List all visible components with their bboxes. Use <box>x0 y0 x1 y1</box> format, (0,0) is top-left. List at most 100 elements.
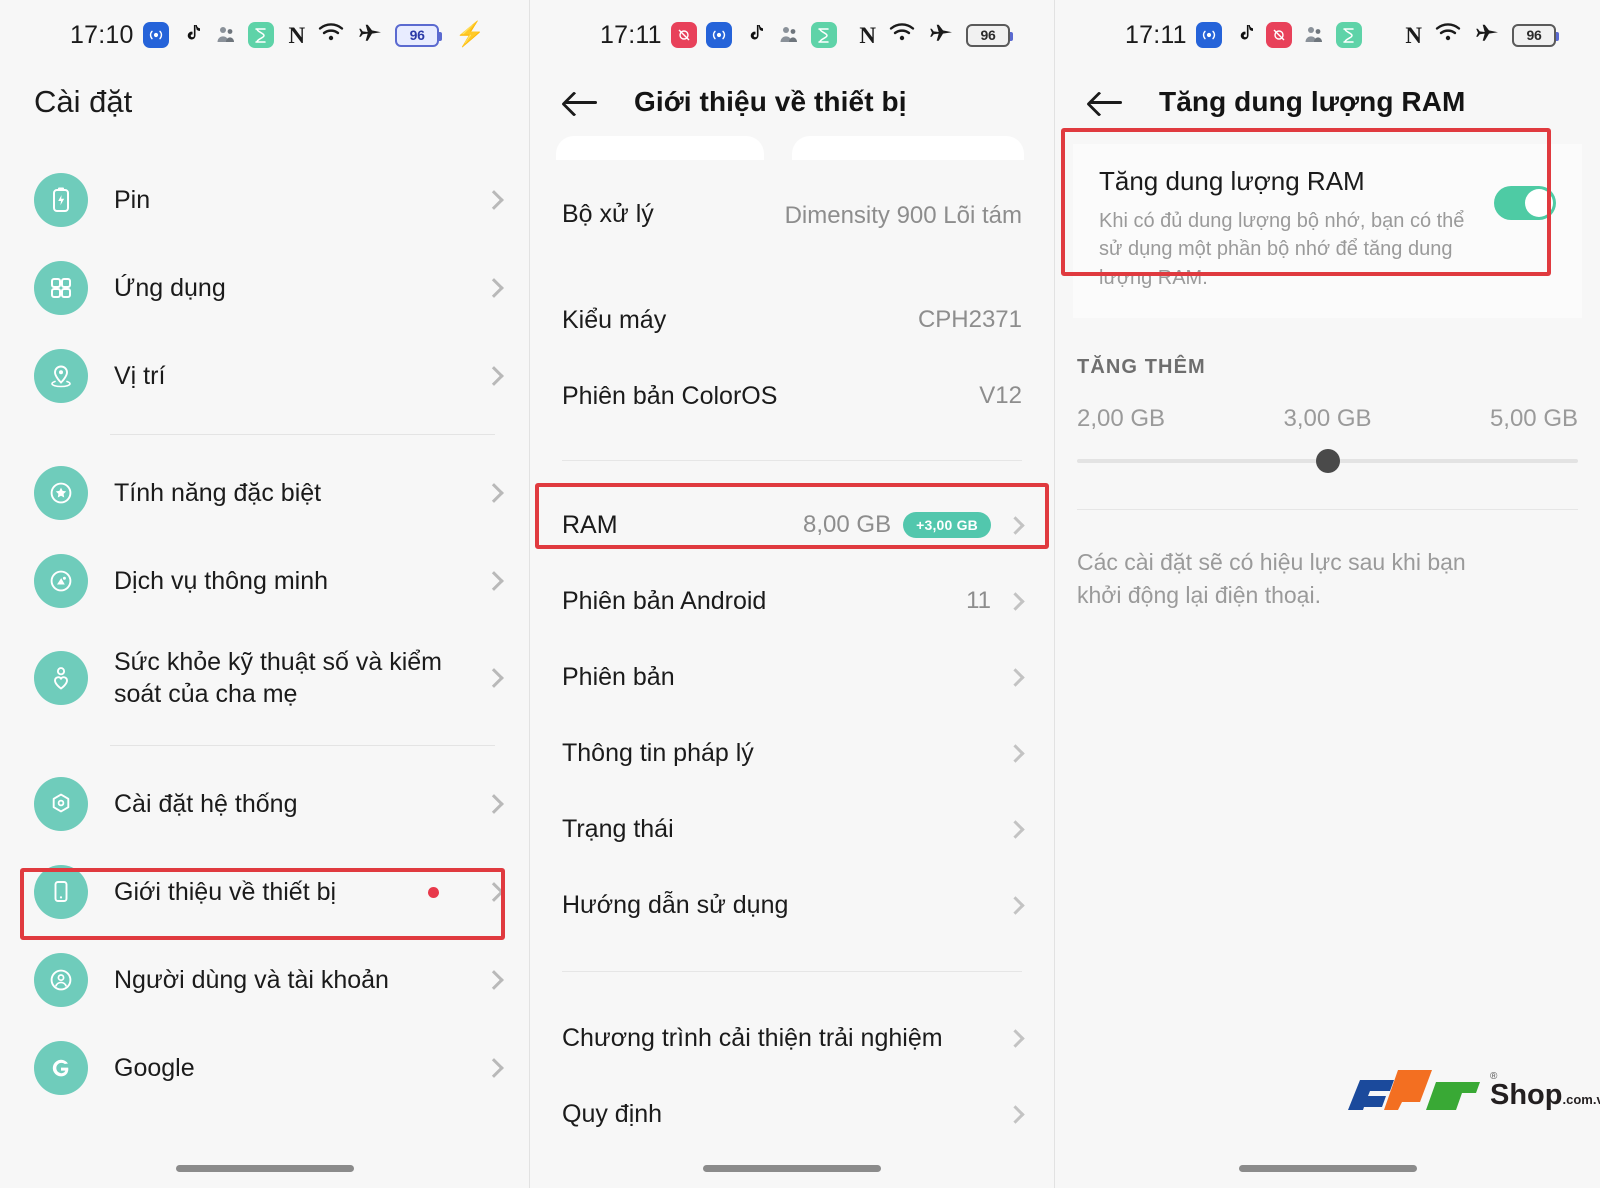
system-settings-icon <box>34 777 88 831</box>
table-row[interactable]: Bộ xử lý Dimensity 900 Lõi tám <box>530 186 1054 282</box>
ram-expansion-toggle[interactable] <box>1494 186 1556 220</box>
nfc-icon: N <box>859 22 876 48</box>
sidebar-item-label: Người dùng và tài khoản <box>114 966 389 994</box>
ram-amount-slider-group: 2,00 GB 3,00 GB 5,00 GB <box>1055 379 1600 474</box>
chevron-right-icon <box>484 571 504 591</box>
page-title: Giới thiệu về thiết bị <box>634 86 907 117</box>
sidebar-item-cai-dat-he-thong[interactable]: Cài đặt hệ thống <box>0 760 529 848</box>
row-label: Bộ xử lý <box>562 200 654 228</box>
airplane-mode-icon <box>928 21 954 50</box>
table-row-ram[interactable]: RAM 8,00 GB +3,00 GB <box>530 487 1054 563</box>
table-row[interactable]: Hướng dẫn sử dụng <box>530 867 1054 943</box>
airplane-mode-icon <box>1474 21 1500 50</box>
tiktok-icon <box>741 22 767 48</box>
back-arrow-icon[interactable] <box>564 88 598 116</box>
shop-word: Shop <box>1490 1079 1563 1111</box>
restart-note: Các cài đặt sẽ có hiệu lực sau khi bạn k… <box>1077 549 1466 608</box>
red-app-icon <box>670 22 697 48</box>
battery-indicator: 96 <box>966 23 1013 47</box>
sidebar-item-label: Ứng dụng <box>114 274 226 302</box>
table-row[interactable]: Phiên bản Android 11 <box>530 563 1054 639</box>
slider-thumb[interactable] <box>1315 449 1340 474</box>
page-title: Cài đặt <box>34 84 133 119</box>
sidebar-item-label: Pin <box>114 186 151 214</box>
apps-grid-icon <box>34 261 88 315</box>
device-info-list: Bộ xử lý Dimensity 900 Lõi tám Kiểu máy … <box>530 176 1054 1152</box>
ram-expansion-screen: 17:11 N 96 Tăng dung lượng RAM Tăng dung… <box>1055 0 1600 1188</box>
chevron-right-icon <box>484 278 504 298</box>
slider-track[interactable] <box>1077 449 1578 474</box>
user-account-icon <box>34 953 88 1007</box>
sidebar-item-ung-dung[interactable]: Ứng dụng <box>0 244 529 332</box>
table-row[interactable]: Phiên bản <box>530 639 1054 715</box>
row-value: Dimensity 900 Lõi tám <box>784 202 1022 229</box>
red-app-icon <box>1265 22 1292 48</box>
charging-bolt-icon: ⚡ <box>455 21 485 48</box>
wifi-cast-icon <box>1195 22 1222 48</box>
star-circle-icon <box>34 466 88 520</box>
status-bar: 17:10 N 96 ⚡ <box>0 0 529 70</box>
status-bar: 17:11 N 96 <box>530 0 1054 70</box>
tiktok-icon <box>1231 22 1257 48</box>
sidebar-item-label: Google <box>114 1054 195 1082</box>
sidebar-item-nguoi-dung-va-tai-khoan[interactable]: Người dùng và tài khoản <box>0 936 529 1024</box>
table-row[interactable]: Phiên bản ColorOS V12 <box>530 358 1054 434</box>
list-divider <box>110 745 495 746</box>
chevron-right-icon <box>484 794 504 814</box>
slider-tick-mid[interactable]: 3,00 GB <box>1283 405 1371 433</box>
sidebar-item-label: Tính năng đặc biệt <box>114 479 322 507</box>
fpt-shop-watermark: ® Shop.com.vn <box>1340 1052 1600 1116</box>
table-row[interactable]: Chương trình cải thiện trải nghiệm <box>530 1000 1054 1076</box>
nav-gesture-bar[interactable] <box>1055 1165 1600 1172</box>
back-arrow-icon[interactable] <box>1089 88 1123 116</box>
card-description: Khi có đủ dung lượng bộ nhớ, bạn có thể … <box>1099 210 1465 289</box>
table-row[interactable]: Kiểu máy CPH2371 <box>530 282 1054 358</box>
location-pin-icon <box>34 349 88 403</box>
sidebar-item-tinh-nang-dac-biet[interactable]: Tính năng đặc biệt <box>0 449 529 537</box>
fpt-shop-text: Shop.com.vn <box>1490 1079 1600 1112</box>
sidebar-item-gioi-thieu-ve-thiet-bi[interactable]: Giới thiệu về thiết bị <box>0 848 529 936</box>
sidebar-item-label: Dịch vụ thông minh <box>114 567 329 595</box>
row-label: Kiểu máy <box>562 305 667 334</box>
sidebar-item-google[interactable]: Google <box>0 1024 529 1112</box>
sidebar-item-label: Cài đặt hệ thống <box>114 790 298 818</box>
list-divider <box>562 460 1022 461</box>
people-icon <box>776 22 802 48</box>
sidebar-item-vi-tri[interactable]: Vị trí <box>0 332 529 420</box>
nav-gesture-bar[interactable] <box>530 1165 1054 1172</box>
chevron-right-icon <box>1006 1028 1025 1048</box>
nav-gesture-bar[interactable] <box>0 1165 529 1172</box>
sidebar-item-dich-vu-thong-minh[interactable]: Dịch vụ thông minh <box>0 537 529 625</box>
section-label: TĂNG THÊM <box>1077 356 1206 379</box>
chevron-right-icon <box>1006 591 1025 611</box>
row-value: 8,00 GB <box>803 510 892 538</box>
google-icon <box>34 1041 88 1095</box>
ram-expansion-toggle-card[interactable]: Tăng dung lượng RAM Khi có đủ dung lượng… <box>1073 144 1582 319</box>
status-bar: 17:11 N 96 <box>1055 0 1600 70</box>
row-label: Phiên bản Android <box>562 586 767 615</box>
chevron-right-icon <box>484 970 504 990</box>
table-row[interactable]: Thông tin pháp lý <box>530 715 1054 791</box>
fpt-logo-icon <box>1348 1070 1480 1110</box>
row-value: V12 <box>979 381 1022 409</box>
sidebar-item-label: Giới thiệu về thiết bị <box>114 878 337 906</box>
slider-tick-max[interactable]: 5,00 GB <box>1490 405 1578 433</box>
table-row[interactable]: Quy định <box>530 1076 1054 1152</box>
table-row[interactable]: Trạng thái <box>530 791 1054 867</box>
chevron-right-icon <box>484 483 504 503</box>
sidebar-item-pin[interactable]: Pin <box>0 156 529 244</box>
chevron-right-icon <box>1006 819 1025 839</box>
header: Giới thiệu về thiết bị <box>530 70 1054 136</box>
green-app-icon <box>810 22 837 48</box>
tiktok-icon <box>178 22 204 48</box>
sidebar-item-label: Vị trí <box>114 362 166 390</box>
sidebar-item-suc-khoe-ky-thuat-so[interactable]: Sức khỏe kỹ thuật số và kiểm soát của ch… <box>0 625 529 731</box>
chevron-right-icon <box>1006 743 1025 763</box>
chevron-right-icon <box>484 1058 504 1078</box>
chevron-right-icon <box>484 190 504 210</box>
domain-word: .com.vn <box>1562 1092 1600 1107</box>
scrolled-card-tops <box>530 136 1054 160</box>
row-value: CPH2371 <box>917 305 1022 333</box>
row-label: Quy định <box>562 1099 663 1128</box>
slider-tick-min[interactable]: 2,00 GB <box>1077 405 1165 433</box>
